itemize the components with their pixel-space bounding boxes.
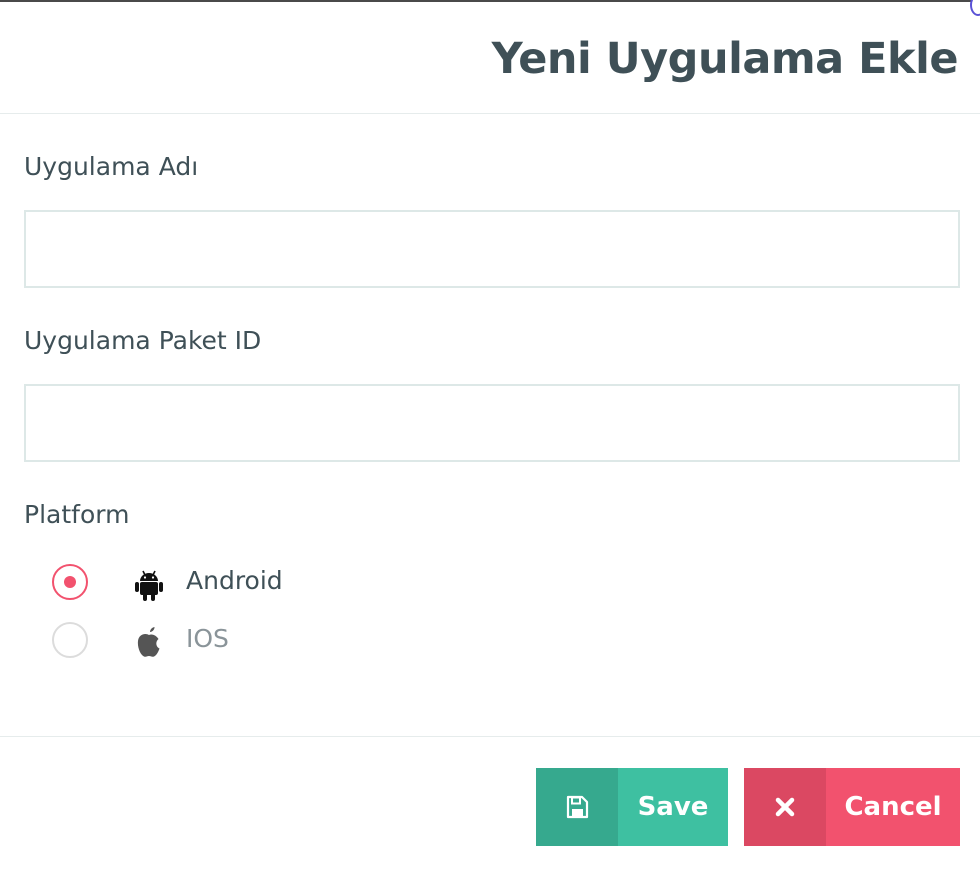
cancel-button[interactable]: Cancel — [744, 768, 960, 846]
android-icon — [135, 570, 163, 601]
package-id-label: Uygulama Paket ID — [24, 326, 262, 355]
close-icon-box — [744, 768, 826, 846]
app-name-input[interactable] — [24, 210, 960, 288]
apple-icon — [137, 627, 160, 657]
ios-label: IOS — [186, 624, 229, 653]
android-label: Android — [186, 566, 283, 595]
save-icon — [566, 795, 589, 819]
package-id-input[interactable] — [24, 384, 960, 462]
footer-divider — [0, 736, 980, 737]
modal-title: Yeni Uygulama Ekle — [491, 34, 959, 84]
close-icon — [775, 797, 795, 817]
save-label: Save — [637, 792, 709, 822]
platform-option-ios[interactable]: IOS — [52, 620, 452, 660]
modal-header: Yeni Uygulama Ekle — [0, 2, 980, 114]
save-button[interactable]: Save — [536, 768, 728, 846]
platform-option-android[interactable]: Android — [52, 562, 452, 602]
save-icon-box — [536, 768, 618, 846]
ios-radio[interactable] — [52, 622, 88, 658]
app-name-label: Uygulama Adı — [24, 152, 199, 181]
cancel-label: Cancel — [844, 792, 942, 822]
platform-label: Platform — [24, 500, 130, 529]
android-radio[interactable] — [52, 564, 88, 600]
